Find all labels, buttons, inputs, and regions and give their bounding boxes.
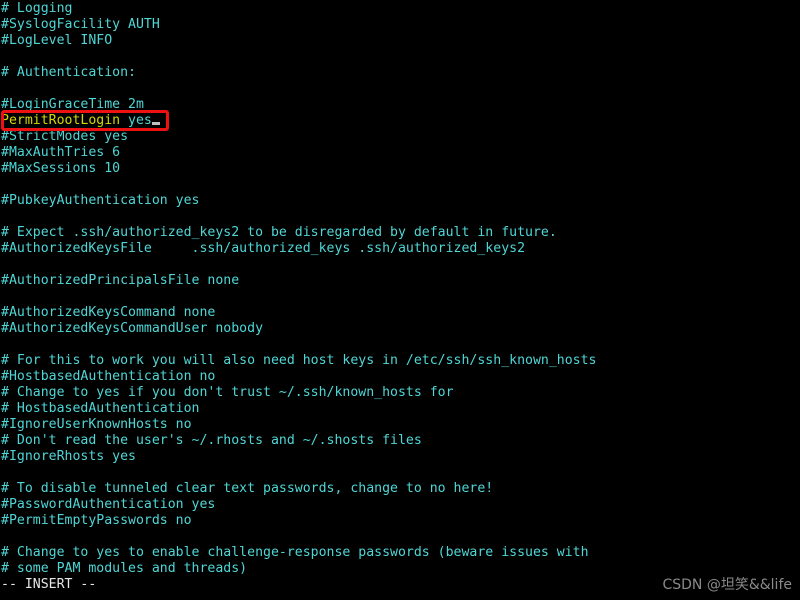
editor-blank-line (0, 49, 800, 65)
editor-line: # For this to work you will also need ho… (1, 353, 597, 368)
editor-blank-line (0, 337, 800, 353)
editor-line-permitrootlogin: PermitRootLogin yes (0, 113, 800, 129)
editor-blank-line (0, 209, 800, 225)
editor-line: #SyslogFacility AUTH (1, 17, 160, 32)
editor-line: #IgnoreUserKnownHosts no (1, 417, 192, 432)
editor-blank-line (0, 289, 800, 305)
config-value: yes (128, 113, 152, 128)
editor-line: #MaxAuthTries 6 (1, 145, 121, 160)
terminal-window[interactable]: # Logging #SyslogFacility AUTH #LogLevel I… (0, 0, 800, 600)
editor-line: #IgnoreRhosts yes (1, 449, 136, 464)
editor-line: # Change to yes if you don't trust ~/.ss… (1, 385, 454, 400)
editor-line: #LogLevel INFO (1, 33, 113, 48)
editor-line: # To disable tunneled clear text passwor… (1, 481, 494, 496)
editor-line: # some PAM modules and threads) (1, 561, 248, 576)
editor-line: #PubkeyAuthentication yes (1, 193, 200, 208)
editor-blank-line (0, 257, 800, 273)
editor-line: #StrictModes yes (1, 129, 129, 144)
watermark: CSDN @坦笑&&life (662, 577, 792, 593)
editor-line: # Don't read the user's ~/.rhosts and ~/… (1, 433, 422, 448)
editor-text-area[interactable]: # Logging #SyslogFacility AUTH #LogLevel I… (0, 0, 800, 593)
config-key: PermitRootLogin (1, 113, 121, 128)
editor-line: #PermitEmptyPasswords no (1, 513, 192, 528)
editor-blank-line (0, 529, 800, 545)
text-cursor (151, 122, 160, 125)
editor-line: #PasswordAuthentication yes (1, 497, 216, 512)
editor-blank-line (0, 81, 800, 97)
editor-line: #LoginGraceTime 2m (1, 97, 144, 112)
editor-line: # Change to yes to enable challenge-resp… (1, 545, 589, 560)
editor-line: # Authentication: (1, 65, 136, 80)
editor-line: #MaxSessions 10 (1, 161, 121, 176)
editor-line: #AuthorizedKeysCommand none (1, 305, 216, 320)
editor-line: #AuthorizedKeysFile .ssh/authorized_keys… (1, 241, 526, 256)
editor-blank-line (0, 465, 800, 481)
editor-line: #HostbasedAuthentication no (1, 369, 216, 384)
editor-blank-line (0, 177, 800, 193)
editor-line: #AuthorizedKeysCommandUser nobody (1, 321, 264, 336)
editor-line: # HostbasedAuthentication (1, 401, 200, 416)
editor-line: # Expect .ssh/authorized_keys2 to be dis… (1, 225, 557, 240)
editor-line: # Logging (1, 1, 73, 16)
editor-line: #AuthorizedPrincipalsFile none (1, 273, 240, 288)
